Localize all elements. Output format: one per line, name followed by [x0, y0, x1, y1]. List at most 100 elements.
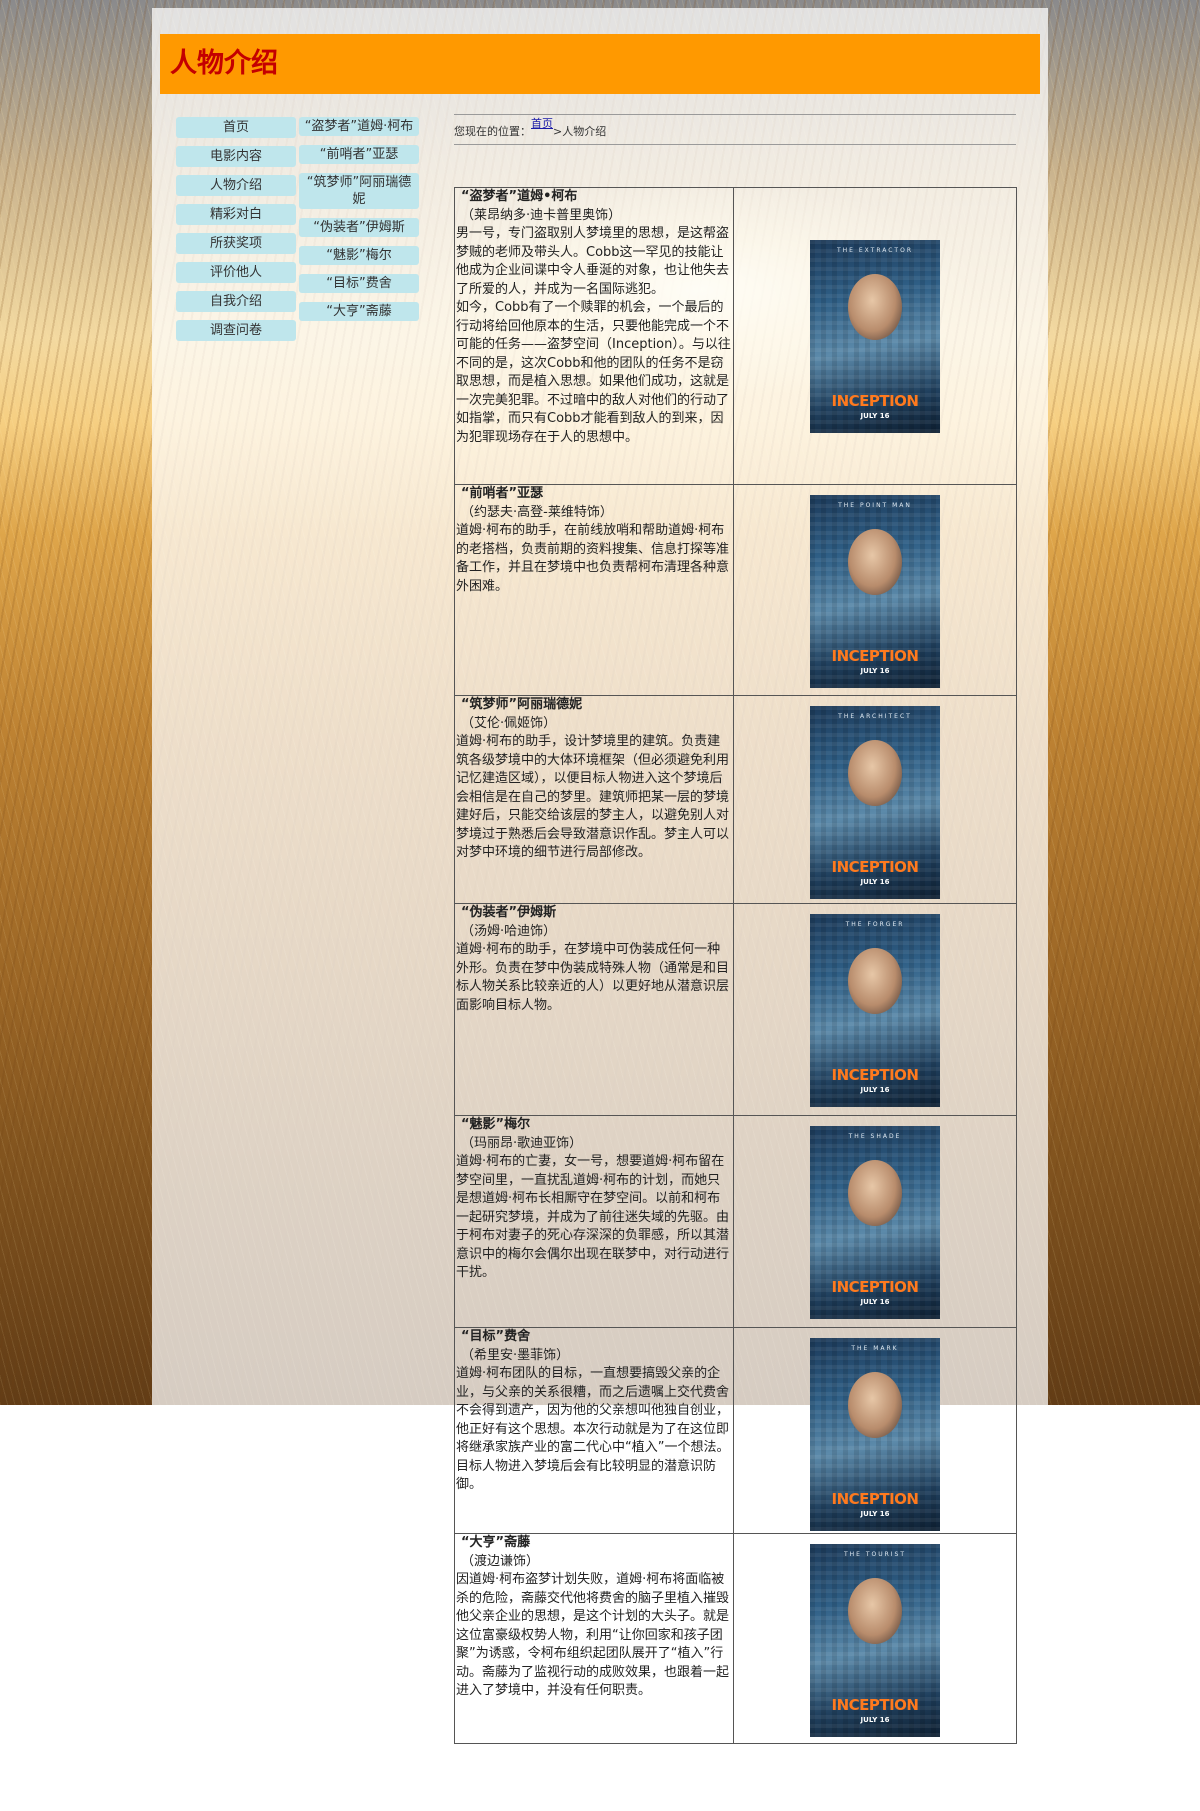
poster-tagline: THE EXTRACTOR — [836, 247, 913, 254]
character-text-cell: “魅影”梅尔 （玛丽昂·歌迪亚饰） 道姆·柯布的亡妻，女一号，想要道姆·柯布留在梦空… — [454, 1115, 734, 1328]
poster-tagline: THE TOURIST — [843, 1551, 907, 1558]
role-nav: “盗梦者”道姆·柯布 “前哨者”亚瑟 “筑梦师”阿丽瑞德妮 “伪装者”伊姆斯 “… — [299, 117, 419, 330]
main-nav: 首页 电影内容 人物介绍 精彩对白 所获奖项 评价他人 自我介绍 调查问卷 — [176, 117, 296, 349]
poster-release-date: JULY 16 — [860, 878, 890, 886]
character-row-mal: “魅影”梅尔 （玛丽昂·歌迪亚饰） 道姆·柯布的亡妻，女一号，想要道姆·柯布留在梦空… — [454, 1115, 1017, 1328]
nav-item-home[interactable]: 首页 — [176, 117, 296, 138]
character-description: 道姆·柯布团队的目标，一直想要搞毁父亲的企业，与父亲的关系很糟，而之后遗嘱上交代… — [456, 1366, 730, 1492]
character-name: “魅影”梅尔 — [461, 1117, 531, 1132]
role-nav-arthur[interactable]: “前哨者”亚瑟 — [299, 145, 419, 164]
nav-item-characters[interactable]: 人物介绍 — [176, 175, 296, 196]
role-nav-cobb[interactable]: “盗梦者”道姆·柯布 — [299, 117, 419, 136]
character-name: “盗梦者”道姆•柯布 — [461, 189, 578, 204]
character-row-arthur: “前哨者”亚瑟 （约瑟夫·高登-莱维特饰） 道姆·柯布的助手，在前线放哨和帮助道姆·… — [454, 484, 1017, 696]
poster-tagline: THE ARCHITECT — [838, 713, 912, 720]
character-actor: （约瑟夫·高登-莱维特饰） — [461, 504, 613, 520]
nav-item-reviews[interactable]: 评价他人 — [176, 262, 296, 283]
poster-portrait — [848, 740, 902, 806]
character-poster-cell: THE TOURIST INCEPTION JULY 16 — [733, 1533, 1017, 1744]
nav-item-movie-content[interactable]: 电影内容 — [176, 146, 296, 167]
poster-tagline: THE SHADE — [848, 1133, 902, 1140]
character-description: 道姆·柯布的助手，设计梦境里的建筑。负责建筑各级梦境中的大体环境框架（但必须避免… — [456, 734, 730, 860]
page-header: 人物介绍 — [160, 34, 1040, 94]
poster-tagline: THE MARK — [851, 1345, 899, 1352]
poster-title: INCEPTION — [831, 1490, 919, 1508]
character-row-saito: “大亨”斋藤 （渡边谦饰） 因道姆·柯布盗梦计划失败，道姆·柯布将面临被杀的危险，斋… — [454, 1533, 1017, 1744]
character-text-cell: “大亨”斋藤 （渡边谦饰） 因道姆·柯布盗梦计划失败，道姆·柯布将面临被杀的危险，斋… — [454, 1533, 734, 1744]
poster-portrait — [848, 529, 902, 595]
character-actor: （艾伦·佩姬饰） — [461, 715, 557, 731]
character-poster: THE MARK INCEPTION JULY 16 — [810, 1338, 940, 1531]
character-description: 道姆·柯布的助手，在梦境中可伪装成任何一种外形。负责在梦中伪装成特殊人物（通常是… — [456, 942, 730, 1013]
character-text-cell: “前哨者”亚瑟 （约瑟夫·高登-莱维特饰） 道姆·柯布的助手，在前线放哨和帮助道姆·… — [454, 484, 734, 696]
poster-release-date: JULY 16 — [860, 1716, 890, 1724]
poster-release-date: JULY 16 — [860, 667, 890, 675]
nav-item-survey[interactable]: 调查问卷 — [176, 320, 296, 341]
character-description: 道姆·柯布的亡妻，女一号，想要道姆·柯布留在梦空间里，一直扰乱道姆·柯布的计划，… — [456, 1154, 730, 1280]
poster-title: INCEPTION — [831, 1066, 919, 1084]
poster-release-date: JULY 16 — [860, 412, 890, 420]
character-actor: （希里安·墨菲饰） — [461, 1347, 570, 1363]
poster-title: INCEPTION — [831, 858, 919, 876]
poster-portrait — [848, 1160, 902, 1226]
character-actor: （渡边谦饰） — [461, 1553, 540, 1569]
poster-title: INCEPTION — [831, 1278, 919, 1296]
breadcrumb-separator: > — [553, 125, 563, 138]
character-poster: THE EXTRACTOR INCEPTION JULY 16 — [810, 240, 940, 433]
character-actor: （莱昂纳多·迪卡普里奥饰） — [461, 207, 622, 223]
page-title: 人物介绍 — [170, 48, 278, 79]
poster-title: INCEPTION — [831, 1696, 919, 1714]
character-poster: THE SHADE INCEPTION JULY 16 — [810, 1126, 940, 1319]
poster-title: INCEPTION — [831, 392, 919, 410]
character-description: 道姆·柯布的助手，在前线放哨和帮助道姆·柯布的老搭档，负责前期的资料搜集、信息打… — [456, 523, 730, 594]
character-name: “伪装者”伊姆斯 — [461, 905, 557, 920]
character-text-cell: “盗梦者”道姆•柯布 （莱昂纳多·迪卡普里奥饰） 男一号，专门盗取别人梦境里的思想，… — [454, 187, 734, 485]
poster-portrait — [848, 948, 902, 1014]
poster-release-date: JULY 16 — [860, 1298, 890, 1306]
character-text-cell: “筑梦师”阿丽瑞德妮 （艾伦·佩姬饰） 道姆·柯布的助手，设计梦境里的建筑。负责建筑… — [454, 695, 734, 904]
role-nav-ariadne[interactable]: “筑梦师”阿丽瑞德妮 — [299, 173, 419, 209]
character-poster-cell: THE MARK INCEPTION JULY 16 — [733, 1327, 1017, 1534]
character-name: “大亨”斋藤 — [461, 1535, 531, 1550]
poster-portrait — [848, 274, 902, 340]
breadcrumb-prefix: 您现在的位置： — [454, 125, 531, 138]
breadcrumb: 您现在的位置：首页>人物介绍 — [454, 114, 1016, 145]
character-poster-cell: THE EXTRACTOR INCEPTION JULY 16 — [733, 187, 1017, 485]
character-name: “目标”费舍 — [461, 1329, 531, 1344]
role-nav-fischer[interactable]: “目标”费舍 — [299, 274, 419, 293]
poster-release-date: JULY 16 — [860, 1510, 890, 1518]
character-row-cobb: “盗梦者”道姆•柯布 （莱昂纳多·迪卡普里奥饰） 男一号，专门盗取别人梦境里的思想，… — [454, 187, 1017, 485]
role-nav-mal[interactable]: “魅影”梅尔 — [299, 246, 419, 265]
character-poster-cell: THE SHADE INCEPTION JULY 16 — [733, 1115, 1017, 1328]
character-poster: THE ARCHITECT INCEPTION JULY 16 — [810, 706, 940, 899]
character-table: “盗梦者”道姆•柯布 （莱昂纳多·迪卡普里奥饰） 男一号，专门盗取别人梦境里的思想，… — [454, 187, 1017, 1744]
role-nav-eames[interactable]: “伪装者”伊姆斯 — [299, 218, 419, 237]
character-description: 因道姆·柯布盗梦计划失败，道姆·柯布将面临被杀的危险，斋藤交代他将费舍的脑子里植… — [456, 1572, 730, 1698]
character-description: 男一号，专门盗取别人梦境里的思想，是这帮盗梦贼的老师及带头人。Cobb这一罕见的… — [456, 226, 731, 445]
character-text-cell: “伪装者”伊姆斯 （汤姆·哈迪饰） 道姆·柯布的助手，在梦境中可伪装成任何一种外形。… — [454, 903, 734, 1116]
nav-item-self-intro[interactable]: 自我介绍 — [176, 291, 296, 312]
character-poster-cell: THE ARCHITECT INCEPTION JULY 16 — [733, 695, 1017, 904]
character-row-eames: “伪装者”伊姆斯 （汤姆·哈迪饰） 道姆·柯布的助手，在梦境中可伪装成任何一种外形。… — [454, 903, 1017, 1116]
character-poster: THE POINT MAN INCEPTION JULY 16 — [810, 495, 940, 688]
character-actor: （汤姆·哈迪饰） — [461, 923, 557, 939]
poster-release-date: JULY 16 — [860, 1086, 890, 1094]
poster-portrait — [848, 1372, 902, 1438]
character-row-fischer: “目标”费舍 （希里安·墨菲饰） 道姆·柯布团队的目标，一直想要搞毁父亲的企业，与父… — [454, 1327, 1017, 1534]
character-poster-cell: THE POINT MAN INCEPTION JULY 16 — [733, 484, 1017, 696]
poster-tagline: THE FORGER — [845, 921, 905, 928]
character-text-cell: “目标”费舍 （希里安·墨菲饰） 道姆·柯布团队的目标，一直想要搞毁父亲的企业，与父… — [454, 1327, 734, 1534]
character-name: “前哨者”亚瑟 — [461, 486, 544, 501]
breadcrumb-home-link[interactable]: 首页 — [531, 117, 553, 130]
character-name: “筑梦师”阿丽瑞德妮 — [461, 697, 583, 712]
nav-item-quotes[interactable]: 精彩对白 — [176, 204, 296, 225]
role-nav-saito[interactable]: “大亨”斋藤 — [299, 302, 419, 321]
character-row-ariadne: “筑梦师”阿丽瑞德妮 （艾伦·佩姬饰） 道姆·柯布的助手，设计梦境里的建筑。负责建筑… — [454, 695, 1017, 904]
breadcrumb-current: 人物介绍 — [562, 125, 607, 138]
nav-item-awards[interactable]: 所获奖项 — [176, 233, 296, 254]
character-poster: THE TOURIST INCEPTION JULY 16 — [810, 1544, 940, 1737]
poster-title: INCEPTION — [831, 647, 919, 665]
character-actor: （玛丽昂·歌迪亚饰） — [461, 1135, 583, 1151]
character-poster: THE FORGER INCEPTION JULY 16 — [810, 914, 940, 1107]
character-poster-cell: THE FORGER INCEPTION JULY 16 — [733, 903, 1017, 1116]
